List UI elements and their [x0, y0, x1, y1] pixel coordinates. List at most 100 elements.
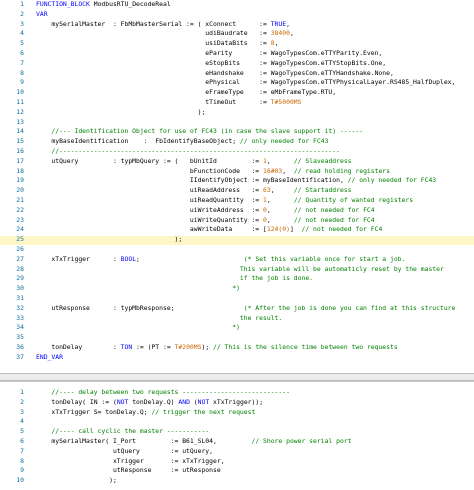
- declaration-line[interactable]: 35: [0, 333, 474, 342]
- code-text[interactable]: This variable will be automaticly reset …: [36, 265, 444, 274]
- declaration-line[interactable]: 16 //-----------------------------------…: [0, 147, 474, 156]
- code-text[interactable]: //---- call cyclic the master ----------…: [36, 427, 209, 436]
- declaration-line[interactable]: 25 );: [0, 235, 474, 244]
- code-token: tonDelay( IN := (: [36, 397, 117, 406]
- line-number: 11: [16, 98, 24, 106]
- declaration-line[interactable]: 27 xTxTrigger : BOOL; (* Set this variab…: [0, 255, 474, 264]
- declaration-line[interactable]: 18 bFunctionCode := 16#03, // read holdi…: [0, 167, 474, 176]
- declaration-line[interactable]: 32 utResponse : typMbResponse; (* After …: [0, 304, 474, 313]
- code-text[interactable]: );: [36, 108, 206, 117]
- code-text[interactable]: eHandshake := WagoTypesCom.eTTYHandshake…: [36, 69, 394, 78]
- code-text[interactable]: FUNCTION_BLOCK ModbusRTU_DecodeReal: [36, 0, 171, 9]
- declaration-line[interactable]: 17 utQuery : typMbQuery := ( bUnitId := …: [0, 157, 474, 166]
- code-text[interactable]: eStopBits := WagoTypesCom.eTTYStopBits.O…: [36, 59, 386, 68]
- declaration-line[interactable]: 8 eHandshake := WagoTypesCom.eTTYHandsha…: [0, 69, 474, 78]
- code-token: udiBaudrate :=: [36, 29, 271, 38]
- declaration-line[interactable]: 33 the result.: [0, 314, 474, 323]
- declaration-editor[interactable]: 1 FUNCTION_BLOCK ModbusRTU_DecodeReal 2 VAR…: [0, 0, 474, 373]
- declaration-line[interactable]: 21 uiReadQuantity := 1, // Quantity of w…: [0, 196, 474, 205]
- code-text[interactable]: uiReadAddress := 63, // Startaddress: [36, 186, 352, 195]
- code-text[interactable]: bFunctionCode := 16#03, // read holding …: [36, 167, 390, 176]
- code-text[interactable]: udiBaudrate := 38400,: [36, 29, 294, 38]
- code-token: ,: [282, 166, 294, 175]
- code-text[interactable]: xTxTrigger S= tonDelay.Q; // trigger the…: [36, 408, 255, 417]
- code-text[interactable]: the result.: [36, 314, 282, 323]
- code-text[interactable]: *): [36, 323, 240, 332]
- code-text[interactable]: *): [36, 284, 240, 293]
- declaration-line[interactable]: 3 mySerialMaster : FbMbMasterSerial := (…: [0, 20, 474, 29]
- code-text[interactable]: uiWriteAddress := 0, // not needed for F…: [36, 206, 375, 215]
- declaration-line[interactable]: 26: [0, 245, 474, 254]
- declaration-line[interactable]: 15 myBaseIdentification : FbIdentifyBase…: [0, 137, 474, 146]
- code-text[interactable]: );: [36, 476, 117, 485]
- comment-token: // only needed for FC43: [239, 137, 329, 146]
- code-text[interactable]: //--- Identification Object for use of F…: [36, 127, 363, 136]
- declaration-line[interactable]: 24 awWriteData := [124(0)] // not needed…: [0, 225, 474, 234]
- declaration-line[interactable]: 22 uiWriteAddress := 0, // not needed fo…: [0, 206, 474, 215]
- declaration-line[interactable]: 9 ePhysical := WagoTypesCom.eTTYPhysical…: [0, 78, 474, 87]
- declaration-line[interactable]: 4 udiBaudrate := 38400,: [0, 29, 474, 38]
- implementation-line[interactable]: 1 //---- delay between two requests ----…: [0, 388, 474, 397]
- declaration-line[interactable]: 19 IIdentifyObject := myBaseIdentificati…: [0, 176, 474, 185]
- code-text[interactable]: END_VAR: [36, 353, 63, 362]
- implementation-line[interactable]: 9 utResponse := utResponse: [0, 466, 474, 475]
- implementation-line[interactable]: 7 utQuery := utQuery,: [0, 447, 474, 456]
- code-text[interactable]: utQuery := utQuery,: [36, 447, 213, 456]
- code-text[interactable]: myBaseIdentification : FbIdentifyBaseObj…: [36, 137, 328, 146]
- declaration-line[interactable]: 13: [0, 118, 474, 127]
- declaration-line[interactable]: 37 END_VAR: [0, 353, 474, 362]
- code-text[interactable]: mySerialMaster( I_Port := B61_SL04, // S…: [36, 437, 351, 446]
- declaration-line[interactable]: 10 eFrameType := eMbFrameType.RTU,: [0, 88, 474, 97]
- declaration-line[interactable]: 6 eParity := WagoTypesCom.eTTYParity.Eve…: [0, 49, 474, 58]
- code-text[interactable]: tonDelay( IN := (NOT tonDelay.Q) AND (NO…: [36, 398, 263, 407]
- implementation-line[interactable]: 8 xTrigger := xTxTrigger,: [0, 457, 474, 466]
- code-text[interactable]: IIdentifyObject := myBaseIdentification,…: [36, 176, 436, 185]
- implementation-line[interactable]: 5 //---- call cyclic the master --------…: [0, 427, 474, 436]
- declaration-line[interactable]: 12 );: [0, 108, 474, 117]
- code-token: ,: [289, 29, 294, 38]
- declaration-line[interactable]: 29 if the job is done.: [0, 274, 474, 283]
- code-text[interactable]: tTimeOut := T#5000MS: [36, 98, 301, 107]
- declaration-line[interactable]: 11 tTimeOut := T#5000MS: [0, 98, 474, 107]
- code-text[interactable]: eParity := WagoTypesCom.eTTYParity.Even,: [36, 49, 382, 58]
- declaration-line[interactable]: 34 *): [0, 323, 474, 332]
- code-text[interactable]: ePhysical := WagoTypesCom.eTTYPhysicalLa…: [36, 78, 455, 87]
- code-text[interactable]: utResponse : typMbResponse; (* After the…: [36, 304, 455, 313]
- code-text[interactable]: uiWriteQuantity := 0, // not needed for …: [36, 216, 375, 225]
- declaration-line[interactable]: 30 *): [0, 284, 474, 293]
- editor-splitter[interactable]: [0, 373, 474, 381]
- declaration-line[interactable]: 31: [0, 294, 474, 303]
- code-text[interactable]: awWriteData := [124(0)] // not needed fo…: [36, 225, 382, 234]
- code-text[interactable]: eFrameType := eMbFrameType.RTU,: [36, 88, 336, 97]
- code-text[interactable]: VAR: [36, 10, 48, 19]
- line-number: 24: [16, 225, 24, 234]
- code-text[interactable]: //---- delay between two requests ------…: [36, 388, 290, 397]
- implementation-line[interactable]: 6 mySerialMaster( I_Port := B61_SL04, //…: [0, 437, 474, 446]
- declaration-line[interactable]: 14 //--- Identification Object for use o…: [0, 127, 474, 136]
- code-text[interactable]: tonDelay : TON := (PT := T#200MS); // Th…: [36, 343, 397, 352]
- implementation-line[interactable]: 3 xTxTrigger S= tonDelay.Q; // trigger t…: [0, 408, 474, 417]
- code-text[interactable]: if the job is done.: [36, 274, 313, 283]
- code-text[interactable]: xTrigger := xTxTrigger,: [36, 457, 225, 466]
- declaration-line[interactable]: 28 This variable will be automaticly res…: [0, 265, 474, 274]
- code-text[interactable]: utQuery : typMbQuery := ( bUnitId := 1, …: [36, 157, 351, 166]
- declaration-line[interactable]: 36 tonDelay : TON := (PT := T#200MS); //…: [0, 343, 474, 352]
- code-text[interactable]: xTxTrigger : BOOL; (* Set this variable …: [36, 255, 405, 264]
- code-text[interactable]: //--------------------------------------…: [36, 147, 340, 156]
- implementation-line[interactable]: 4: [0, 417, 474, 426]
- implementation-editor[interactable]: 1 //---- delay between two requests ----…: [0, 381, 474, 490]
- declaration-line[interactable]: 1 FUNCTION_BLOCK ModbusRTU_DecodeReal: [0, 0, 474, 9]
- declaration-line[interactable]: 20 uiReadAddress := 63, // Startaddress: [0, 186, 474, 195]
- line-number: 14: [16, 127, 24, 136]
- code-text[interactable]: usiDataBits := 8,: [36, 39, 278, 48]
- declaration-line[interactable]: 7 eStopBits := WagoTypesCom.eTTYStopBits…: [0, 59, 474, 68]
- declaration-line[interactable]: 23 uiWriteQuantity := 0, // not needed f…: [0, 216, 474, 225]
- implementation-line[interactable]: 2 tonDelay( IN := (NOT tonDelay.Q) AND (…: [0, 398, 474, 407]
- declaration-line[interactable]: 5 usiDataBits := 8,: [0, 39, 474, 48]
- code-text[interactable]: );: [36, 235, 183, 244]
- code-text[interactable]: uiReadQuantity := 1, // Quantity of want…: [36, 196, 413, 205]
- declaration-line[interactable]: 2 VAR: [0, 10, 474, 19]
- code-text[interactable]: mySerialMaster : FbMbMasterSerial := ( x…: [36, 20, 290, 29]
- code-text[interactable]: utResponse := utResponse: [36, 466, 221, 475]
- implementation-line[interactable]: 10 );: [0, 476, 474, 485]
